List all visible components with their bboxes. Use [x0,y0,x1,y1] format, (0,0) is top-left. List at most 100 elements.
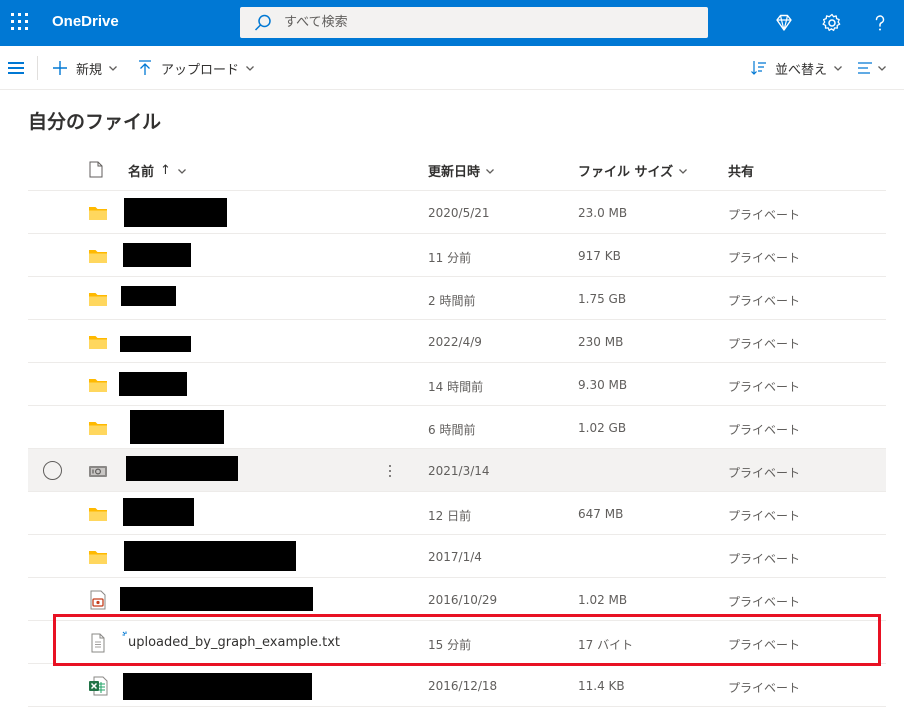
divider [37,56,38,80]
modified-date: 2016/12/18 [428,679,498,693]
file-size: 17 バイト [578,638,634,652]
search-input[interactable] [284,7,694,38]
folder-icon [89,207,107,220]
plus-icon [53,61,67,75]
sort-ascending-indicator: ↑ [160,163,171,178]
table-row[interactable]: 6 時間前 1.02 GB プライベート [28,406,886,449]
text-file-icon [91,633,105,653]
chevron-down-icon [246,66,254,71]
redacted-name[interactable] [126,456,238,481]
redacted-name[interactable] [119,372,187,396]
column-sharing-label: 共有 [728,165,755,180]
modified-date: 2017/1/4 [428,550,482,564]
modified-date: 14 時間前 [428,380,484,394]
folder-icon [89,336,107,349]
file-size: 647 MB [578,507,624,521]
brand-title[interactable]: OneDrive [52,13,119,30]
sharing-status: プライベート [728,251,801,265]
sharing-status: プライベート [728,681,801,695]
redacted-name[interactable] [123,243,191,267]
sharing-status: プライベート [728,638,801,652]
more-options-icon[interactable] [385,461,395,481]
folder-icon [89,422,107,435]
sharing-status: プライベート [728,380,801,394]
table-row[interactable]: 11 分前 917 KB プライベート [28,234,886,277]
redacted-name[interactable] [130,410,224,444]
modified-date: 2020/5/21 [428,206,490,220]
redacted-name[interactable] [123,498,194,526]
table-row[interactable]: uploaded_by_graph_example.txt 15 分前 17 バ… [28,621,886,664]
redacted-name[interactable] [124,541,296,571]
table-row[interactable]: 14 時間前 9.30 MB プライベート [28,363,886,406]
chevron-down-icon [177,168,186,174]
nav-menu-icon[interactable] [8,61,24,75]
table-row[interactable]: 2016/12/18 11.4 KB プライベート [28,664,886,707]
folder-icon [89,293,107,306]
folder-icon [89,379,107,392]
modified-date: 15 分前 [428,638,472,652]
chevron-down-icon [109,66,117,71]
table-header: 名前 ↑ 更新日時 ファイル サイズ 共有 [28,148,886,191]
sharing-status: プライベート [728,466,801,480]
upload-button-label: アップロード [161,62,240,78]
file-size: 230 MB [578,335,624,349]
table-row[interactable]: 12 日前 647 MB プライベート [28,492,886,535]
file-size: 9.30 MB [578,378,628,392]
redacted-name[interactable] [121,286,176,306]
modified-date: 2021/3/14 [428,464,490,478]
table-row[interactable]: 2022/4/9 230 MB プライベート [28,320,886,363]
sort-button-label: 並べ替え [775,62,828,78]
personal-vault-icon [89,466,107,477]
modified-date: 11 分前 [428,251,472,265]
file-type-icon[interactable] [89,161,103,178]
file-size: 23.0 MB [578,206,628,220]
file-size: 1.02 GB [578,421,627,435]
video-file-icon [90,590,106,610]
sharing-status: プライベート [728,509,801,523]
settings-gear-icon[interactable] [820,11,844,35]
sharing-status: プライベート [728,337,801,351]
chevron-down-icon [486,168,494,174]
file-size: 1.75 GB [578,292,627,306]
list-view-icon [858,62,872,74]
app-launcher-icon[interactable] [11,13,31,33]
folder-icon [89,508,107,521]
column-header-name[interactable]: 名前 ↑ [128,161,187,180]
sharing-status: プライベート [728,208,801,222]
command-bar: 新規 アップロード 並べ替え [0,46,904,90]
table-row[interactable]: 2017/1/4 プライベート [28,535,886,578]
file-name-link[interactable]: uploaded_by_graph_example.txt [128,635,340,650]
new-button-label: 新規 [76,62,103,78]
help-icon[interactable] [868,11,892,35]
sort-icon [751,61,766,75]
redacted-name[interactable] [120,587,313,611]
file-size: 917 KB [578,249,621,263]
column-modified-label: 更新日時 [428,165,481,180]
modified-date: 2022/4/9 [428,335,482,349]
redacted-name[interactable] [124,198,227,227]
chevron-down-icon [878,66,886,71]
folder-icon [89,551,107,564]
table-row[interactable]: 2020/5/21 23.0 MB プライベート [28,191,886,234]
premium-diamond-icon[interactable] [772,11,796,35]
column-header-sharing[interactable]: 共有 [728,161,754,180]
sort-button[interactable]: 並べ替え [751,58,843,78]
sharing-status: プライベート [728,552,801,566]
sharing-status: プライベート [728,595,801,609]
redacted-name[interactable] [120,336,191,352]
column-header-modified[interactable]: 更新日時 [428,161,495,180]
table-row[interactable]: 2 時間前 1.75 GB プライベート [28,277,886,320]
table-row[interactable]: 2016/10/29 1.02 MB プライベート [28,578,886,621]
upload-button[interactable]: アップロード [138,58,255,78]
view-options-button[interactable] [857,58,887,78]
column-header-size[interactable]: ファイル サイズ [578,161,688,180]
modified-date: 2016/10/29 [428,593,498,607]
row-select-checkbox[interactable] [43,461,62,480]
excel-file-icon [89,676,108,696]
folder-icon [89,250,107,263]
redacted-name[interactable] [123,673,312,700]
column-size-label: ファイル サイズ [578,165,674,180]
search-box[interactable] [240,7,708,38]
new-button[interactable]: 新規 [52,58,118,78]
table-row[interactable]: 2021/3/14 プライベート [28,449,886,492]
